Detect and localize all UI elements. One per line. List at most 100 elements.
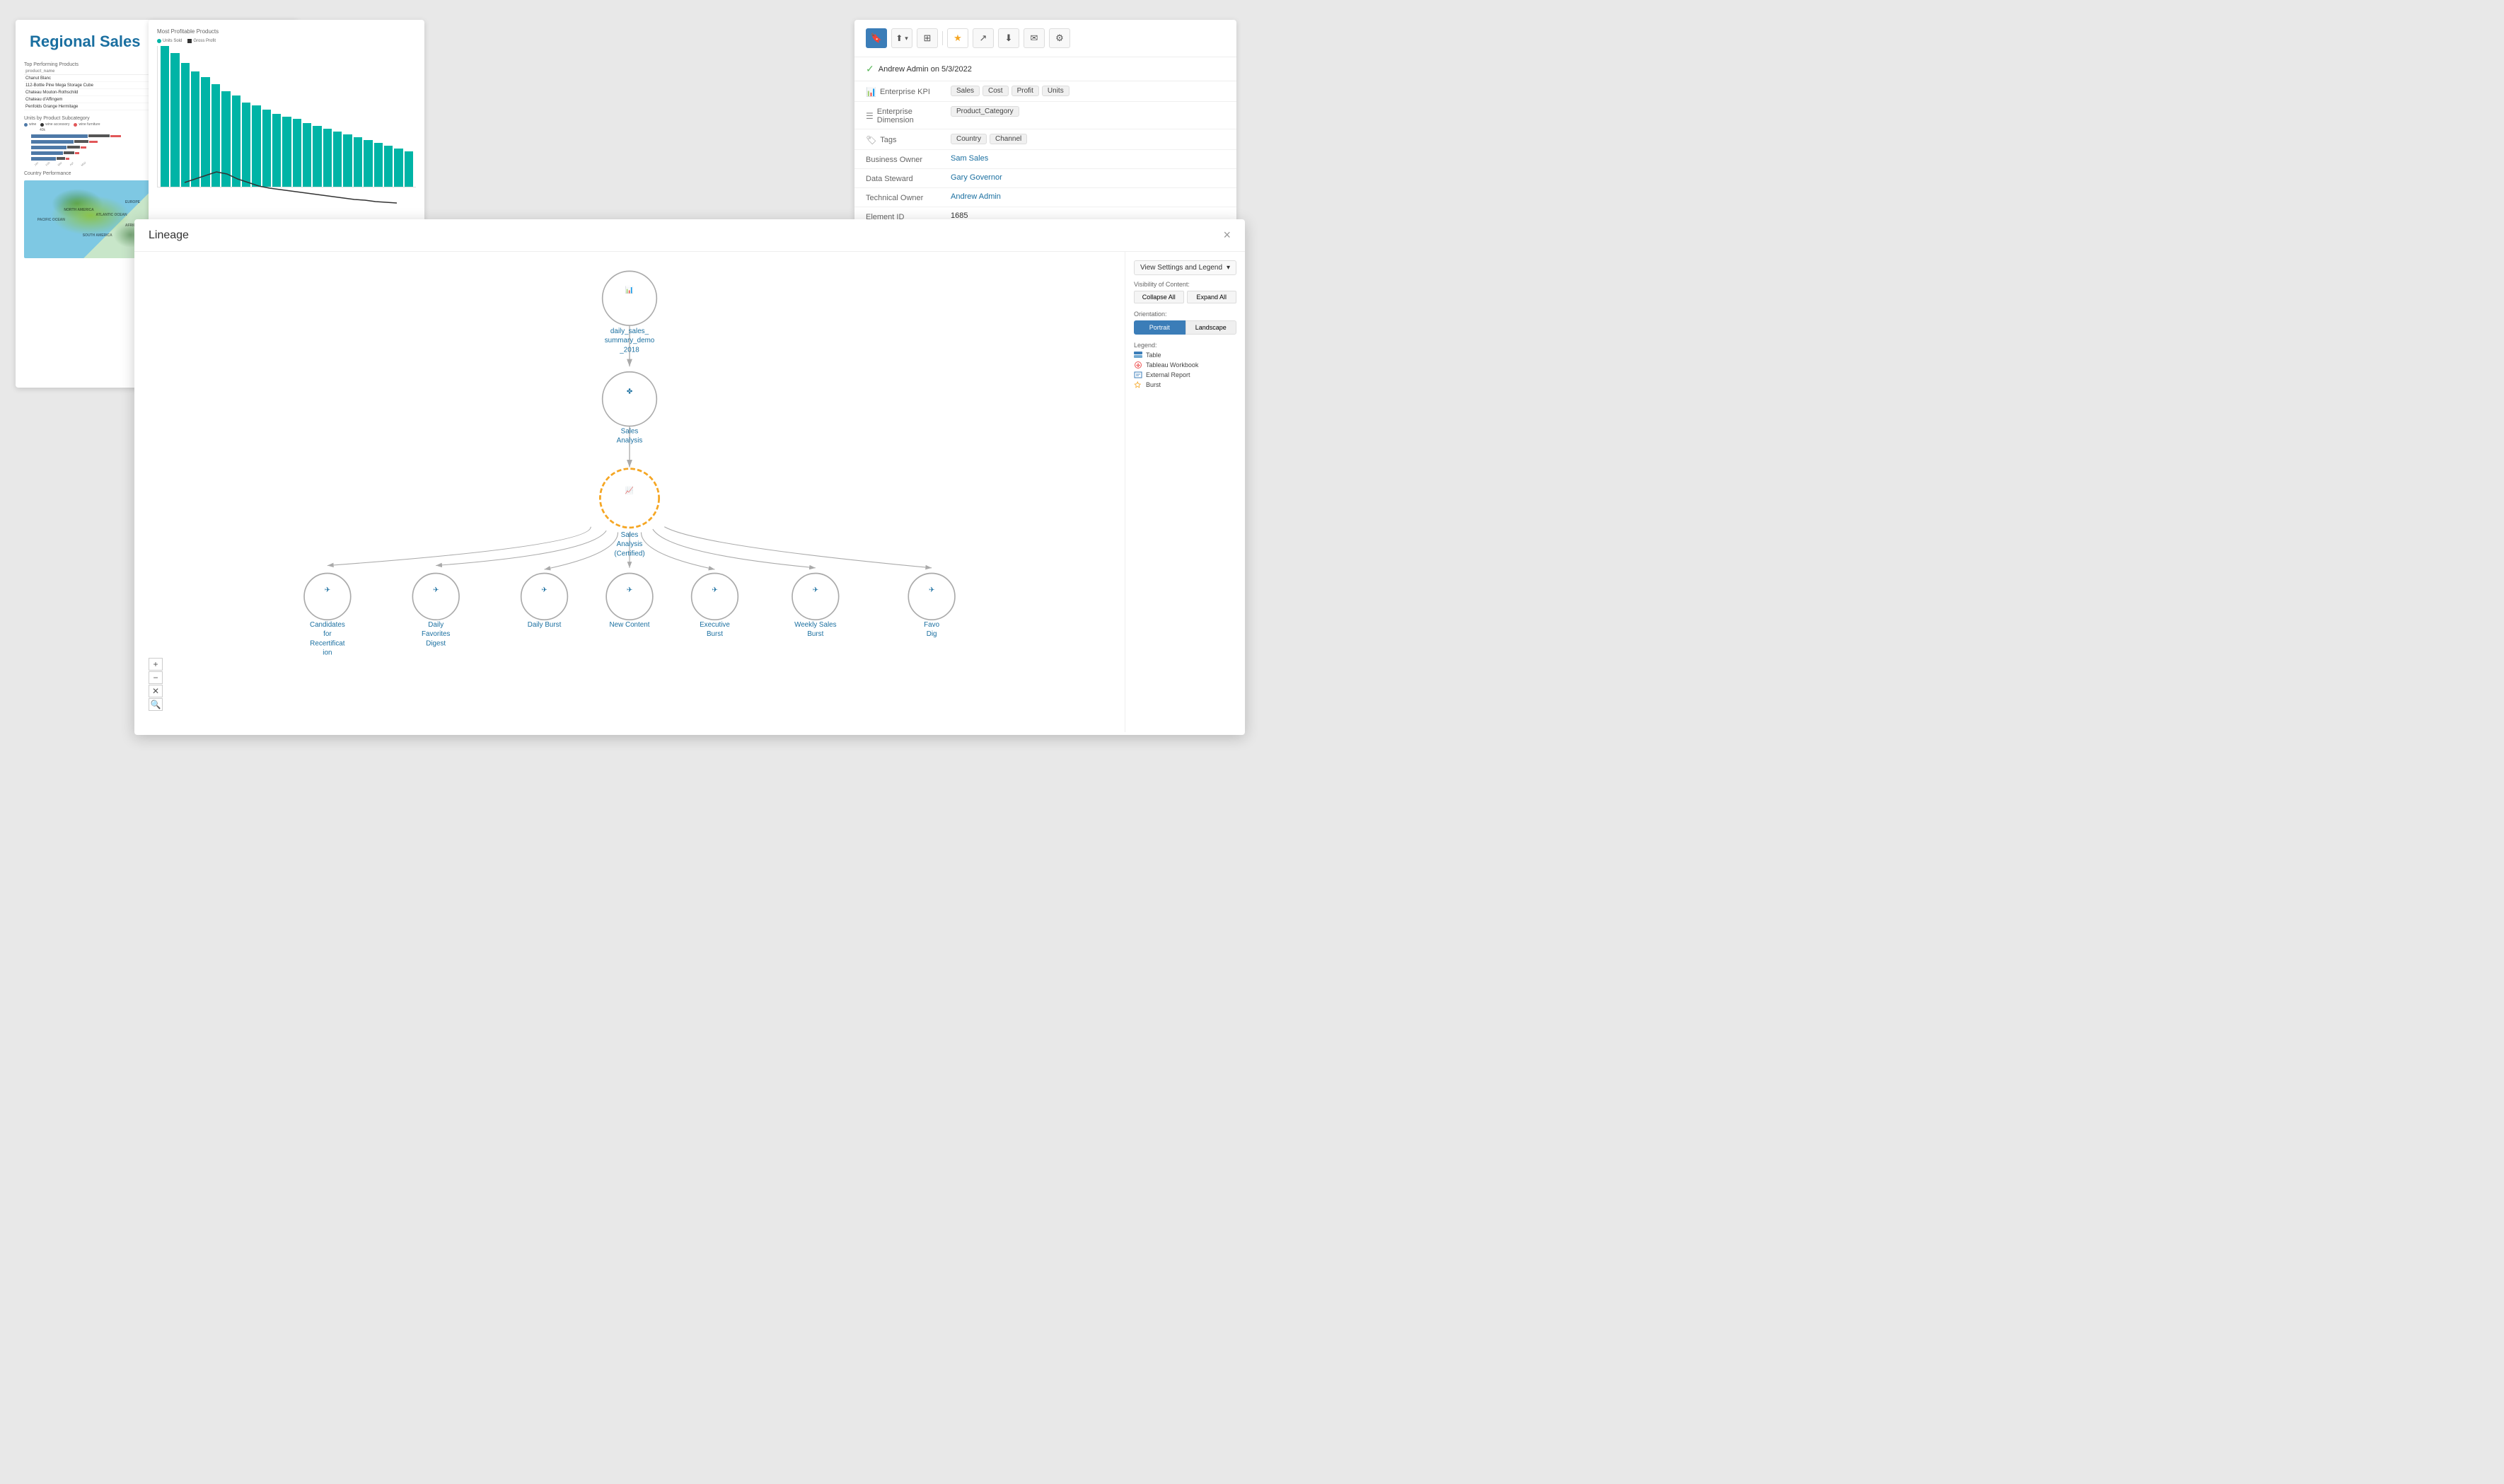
profit-bar <box>232 95 240 187</box>
tags-label: 🏷 Tags <box>866 134 951 145</box>
node-favo-label[interactable]: Favo <box>924 621 939 629</box>
node-exec-burst-label[interactable]: Executive <box>700 621 730 629</box>
technical-owner-link[interactable]: Andrew Admin <box>951 192 1001 201</box>
profit-bar <box>405 151 413 187</box>
node-weekly-label2[interactable]: Burst <box>807 630 823 638</box>
node-favorites-label[interactable]: Daily <box>428 621 444 629</box>
node-favo-circle <box>908 573 955 620</box>
lineage-title: Lineage <box>149 229 189 242</box>
legend-external: External Report <box>1134 371 1236 378</box>
star-button[interactable]: ★ <box>947 28 968 48</box>
tags-values: CountryChannel <box>951 134 1225 144</box>
legend-accessory: wine accessory <box>40 122 69 127</box>
node-favorites-label2[interactable]: Favorites <box>422 630 451 638</box>
table-cell: 112-Bottle Pine Mega Storage Cube <box>24 82 153 89</box>
export-button[interactable]: ↗ <box>973 28 994 48</box>
landscape-button[interactable]: Landscape <box>1186 320 1237 335</box>
node-exec-burst-circle <box>692 573 738 620</box>
email-button[interactable]: ✉ <box>1024 28 1045 48</box>
enterprise-kpi-row: 📊 Enterprise KPI SalesCostProfitUnits <box>854 81 1236 102</box>
hierarchy-button[interactable]: ⊞ <box>917 28 938 48</box>
node-datasource-label2[interactable]: summary_demo <box>605 337 655 344</box>
node-certified-label3[interactable]: (Certified) <box>614 550 644 557</box>
zoom-in-button[interactable]: + <box>149 658 163 671</box>
download-button[interactable]: ⬇ <box>998 28 1019 48</box>
tag-pill: Channel <box>990 134 1027 144</box>
legend-furniture: wine furniture <box>74 122 100 127</box>
node-favorites-label3[interactable]: Digest <box>426 639 446 647</box>
view-settings-dropdown[interactable]: View Settings and Legend ▾ <box>1134 260 1236 275</box>
edge-to-favo <box>664 527 932 568</box>
data-steward-link[interactable]: Gary Governor <box>951 173 1002 182</box>
legend-table: Table <box>1134 352 1236 359</box>
profit-bar <box>221 91 230 187</box>
node-datasource-label3[interactable]: _2018 <box>619 346 639 354</box>
profit-bar <box>303 123 311 187</box>
orientation-label: Orientation: <box>1134 311 1236 318</box>
edge-to-candidates <box>328 527 591 566</box>
svg-text:✤: ✤ <box>1136 363 1140 369</box>
orientation-buttons: Portrait Landscape <box>1134 320 1236 335</box>
legend-burst: Burst <box>1134 381 1236 388</box>
verified-icon: ✓ <box>866 63 874 75</box>
portrait-button[interactable]: Portrait <box>1134 320 1186 335</box>
close-button[interactable]: × <box>1223 228 1231 243</box>
node-sa-label[interactable]: Sales <box>621 427 639 435</box>
collapse-all-button[interactable]: Collapse All <box>1134 291 1184 303</box>
data-steward-row: Data Steward Gary Governor <box>854 169 1236 188</box>
node-daily-burst-circle <box>521 573 568 620</box>
expand-all-button[interactable]: Expand All <box>1187 291 1237 303</box>
enterprise-kpi-label: 📊 Enterprise KPI <box>866 86 951 97</box>
node-weekly-label[interactable]: Weekly Sales <box>794 621 837 629</box>
map-label-pacific: Pacific Ocean <box>37 218 65 222</box>
table-cell: Chateau Mouton-Rothschild <box>24 89 153 96</box>
business-owner-link[interactable]: Sam Sales <box>951 154 988 163</box>
map-label-europe: EUROPE <box>125 200 140 204</box>
node-candidates-label[interactable]: Candidates <box>310 621 345 629</box>
chart-icon: 📊 <box>866 87 876 97</box>
reset-button[interactable]: ✕ <box>149 685 163 697</box>
author-row: ✓ Andrew Admin on 5/3/2022 <box>854 57 1236 81</box>
edge-to-exec-burst <box>641 532 714 569</box>
kpi-tag-pill: Profit <box>1012 86 1039 96</box>
legend-label: Legend: <box>1134 342 1236 349</box>
zoom-out-button[interactable]: − <box>149 671 163 684</box>
profit-bar <box>170 53 179 187</box>
table-cell: Chateau d'Affingem <box>24 96 153 103</box>
bookmark-button[interactable]: 🔖 <box>866 28 887 48</box>
profit-bar <box>191 71 199 187</box>
node-candidates-label4[interactable]: ion <box>323 649 332 656</box>
profit-bar <box>242 103 250 187</box>
node-candidates-label3[interactable]: Recertificat <box>310 639 344 647</box>
lineage-diagram: 📊 daily_sales_ summary_demo _2018 ✤ Sale… <box>134 252 1125 732</box>
node-daily-burst-label[interactable]: Daily Burst <box>528 621 562 629</box>
map-controls: + − ✕ 🔍 <box>149 658 163 711</box>
node-sa-label2[interactable]: Analysis <box>617 436 643 444</box>
node-candidates-label2[interactable]: for <box>323 630 332 638</box>
share-button[interactable]: ⬆ ▾ <box>891 28 912 48</box>
orientation-section: Orientation: Portrait Landscape <box>1134 311 1236 335</box>
map-label-south-america: SOUTH AMERICA <box>83 233 112 238</box>
node-datasource-label[interactable]: daily_sales_ <box>610 327 649 335</box>
visibility-section: Visibility of Content: Collapse All Expa… <box>1134 281 1236 303</box>
enterprise-dimension-row: ☰ Enterprise Dimension Product_Category <box>854 102 1236 129</box>
col-product: product_name <box>24 69 153 75</box>
profit-bar <box>384 146 393 187</box>
dimension-icon: ☰ <box>866 111 874 121</box>
node-exec-burst-label2[interactable]: Burst <box>707 630 723 638</box>
node-new-content-label[interactable]: New Content <box>610 621 650 629</box>
search-map-button[interactable]: 🔍 <box>149 698 163 711</box>
profit-bar <box>262 110 271 187</box>
node-candidates-circle <box>304 573 351 620</box>
settings-button[interactable]: ⚙ <box>1049 28 1070 48</box>
info-toolbar: 🔖 ⬆ ▾ ⊞ ★ ↗ ⬇ ✉ ⚙ <box>854 20 1236 57</box>
node-certified-label2[interactable]: Analysis <box>617 540 643 548</box>
profit-bar <box>211 84 220 187</box>
node-weekly-icon: ✈ <box>813 586 818 594</box>
node-favo-label2[interactable]: Dig <box>927 630 937 638</box>
visibility-label: Visibility of Content: <box>1134 281 1236 288</box>
profit-bar <box>394 149 402 187</box>
tags-row: 🏷 Tags CountryChannel <box>854 129 1236 150</box>
node-certified-label[interactable]: Sales <box>621 531 639 539</box>
legend-burst-label: Burst <box>1146 381 1161 388</box>
